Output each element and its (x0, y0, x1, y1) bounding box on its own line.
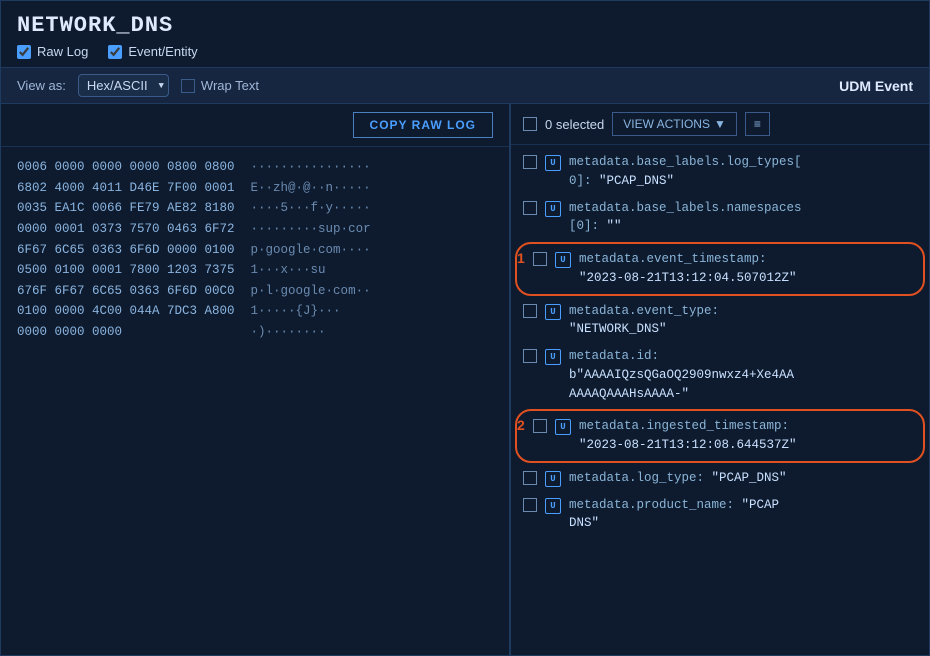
item-text: metadata.event_type: "NETWORK_DNS" (569, 302, 917, 340)
item-text: metadata.event_timestamp: "2023-08-21T13… (579, 250, 907, 288)
item-checkbox[interactable] (523, 155, 537, 169)
raw-log-checkbox-label[interactable]: Raw Log (17, 44, 88, 59)
highlighted-section-1: 1 U metadata.event_timestamp: "2023-08-2… (515, 242, 925, 296)
list-item: U metadata.ingested_timestamp: "2023-08-… (521, 413, 919, 459)
item-text: metadata.base_labels.log_types[0]: "PCAP… (569, 153, 917, 191)
toolbar: View as: Hex/ASCII Text Base64 Wrap Text… (1, 67, 929, 104)
copy-raw-log-button[interactable]: COPY RAW LOG (353, 112, 493, 138)
udm-icon: U (545, 304, 561, 320)
selected-count: 0 selected (545, 117, 604, 132)
checkboxes-row: Raw Log Event/Entity (17, 44, 913, 59)
page-title: NETWORK_DNS (17, 13, 913, 38)
raw-log-label: Raw Log (37, 44, 88, 59)
list-item: U metadata.base_labels.namespaces[0]: "" (511, 195, 929, 241)
view-actions-button[interactable]: VIEW ACTIONS ▼ (612, 112, 737, 136)
view-as-select[interactable]: Hex/ASCII Text Base64 (78, 74, 169, 97)
event-entity-checkbox-label[interactable]: Event/Entity (108, 44, 197, 59)
udm-icon: U (545, 201, 561, 217)
wrap-text-label: Wrap Text (201, 78, 259, 93)
item-text: metadata.ingested_timestamp: "2023-08-21… (579, 417, 907, 455)
item-checkbox[interactable] (523, 471, 537, 485)
chevron-down-icon: ▼ (714, 117, 726, 131)
list-item: U metadata.product_name: "PCAPDNS" (511, 492, 929, 538)
app-container: NETWORK_DNS Raw Log Event/Entity View as… (0, 0, 930, 656)
item-checkbox[interactable] (523, 304, 537, 318)
highlight-outline-2: U metadata.ingested_timestamp: "2023-08-… (515, 409, 925, 463)
list-item: U metadata.event_timestamp: "2023-08-21T… (521, 246, 919, 292)
udm-event-label: UDM Event (823, 78, 913, 94)
filter-icon: ≡ (754, 117, 761, 131)
udm-panel: 0 selected VIEW ACTIONS ▼ ≡ U metadata.b… (511, 104, 929, 655)
header: NETWORK_DNS Raw Log Event/Entity (1, 1, 929, 67)
filter-button[interactable]: ≡ (745, 112, 770, 136)
item-checkbox[interactable] (533, 252, 547, 266)
main-content: COPY RAW LOG 0006 0000 0000 0000 0800 08… (1, 104, 929, 655)
item-checkbox[interactable] (533, 419, 547, 433)
item-text: metadata.id: b"AAAAIQzsQGaOQ2909nwxz4+Xe… (569, 347, 917, 403)
udm-icon: U (555, 252, 571, 268)
udm-icon: U (555, 419, 571, 435)
item-text: metadata.log_type: "PCAP_DNS" (569, 469, 917, 488)
wrap-text-checkbox[interactable] (181, 79, 195, 93)
hex-column: 0006 0000 0000 0000 0800 0800 6802 4000 … (17, 157, 235, 645)
copy-btn-row: COPY RAW LOG (1, 104, 509, 147)
udm-icon: U (545, 349, 561, 365)
item-text: metadata.base_labels.namespaces[0]: "" (569, 199, 917, 237)
item-checkbox[interactable] (523, 201, 537, 215)
udm-icon: U (545, 471, 561, 487)
udm-toolbar: 0 selected VIEW ACTIONS ▼ ≡ (511, 104, 929, 145)
list-item: U metadata.event_type: "NETWORK_DNS" (511, 298, 929, 344)
hex-panel: COPY RAW LOG 0006 0000 0000 0000 0800 08… (1, 104, 511, 655)
wrap-text-area[interactable]: Wrap Text (181, 78, 259, 93)
event-entity-label: Event/Entity (128, 44, 197, 59)
udm-list: U metadata.base_labels.log_types[0]: "PC… (511, 145, 929, 655)
view-actions-label: VIEW ACTIONS (623, 117, 710, 131)
list-item: U metadata.log_type: "PCAP_DNS" (511, 465, 929, 492)
ascii-column: ················ E··zh@·@··n····· ····5·… (251, 157, 371, 645)
event-entity-checkbox[interactable] (108, 45, 122, 59)
udm-icon: U (545, 155, 561, 171)
list-item: U metadata.base_labels.log_types[0]: "PC… (511, 149, 929, 195)
item-checkbox[interactable] (523, 349, 537, 363)
view-as-select-wrapper[interactable]: Hex/ASCII Text Base64 (78, 74, 169, 97)
udm-icon: U (545, 498, 561, 514)
highlight-outline-1: U metadata.event_timestamp: "2023-08-21T… (515, 242, 925, 296)
item-checkbox[interactable] (523, 498, 537, 512)
select-all-checkbox[interactable] (523, 117, 537, 131)
highlighted-section-2: 2 U metadata.ingested_timestamp: "2023-0… (515, 409, 925, 463)
raw-log-checkbox[interactable] (17, 45, 31, 59)
view-as-label: View as: (17, 78, 66, 93)
hex-content: 0006 0000 0000 0000 0800 0800 6802 4000 … (1, 147, 509, 655)
item-text: metadata.product_name: "PCAPDNS" (569, 496, 917, 534)
list-item: U metadata.id: b"AAAAIQzsQGaOQ2909nwxz4+… (511, 343, 929, 407)
